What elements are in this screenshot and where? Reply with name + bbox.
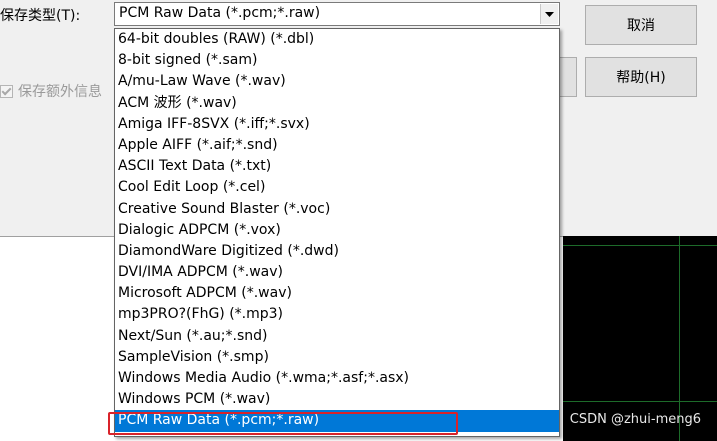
waveform-display [563,236,717,441]
dropdown-arrow-button[interactable] [540,4,558,24]
dropdown-option[interactable]: A/mu-Law Wave (*.wav) [115,71,559,92]
dropdown-option[interactable]: ACM 波形 (*.wav) [115,93,559,114]
dropdown-option[interactable]: 64-bit doubles (RAW) (*.dbl) [115,29,559,50]
dropdown-option[interactable]: ASCII Text Data (*.txt) [115,156,559,177]
dropdown-option[interactable]: Cool Edit Loop (*.cel) [115,177,559,198]
file-type-combobox-value: PCM Raw Data (*.pcm;*.raw) [119,5,321,21]
file-type-label: 保存类型(T): [0,8,81,24]
dropdown-option[interactable]: SampleVision (*.smp) [115,347,559,368]
dropdown-option[interactable]: Apple AIFF (*.aif;*.snd) [115,135,559,156]
save-extra-info-label: 保存额外信息 [18,84,102,100]
dropdown-option[interactable]: 8-bit signed (*.sam) [115,50,559,71]
grid-line [563,401,717,402]
dropdown-option[interactable]: DVI/IMA ADPCM (*.wav) [115,262,559,283]
dropdown-option[interactable]: Dialogic ADPCM (*.vox) [115,220,559,241]
watermark: CSDN @zhui-meng6 [569,412,701,427]
help-button[interactable]: 帮助(H) [585,57,697,97]
dropdown-option[interactable]: Next/Sun (*.au;*.snd) [115,326,559,347]
annotation-highlight-box [108,412,458,435]
dropdown-option[interactable]: Amiga IFF-8SVX (*.iff;*.svx) [115,114,559,135]
chevron-down-icon [545,11,554,17]
checkbox-icon [0,84,13,98]
dropdown-option[interactable]: Windows Media Audio (*.wma;*.asf;*.asx) [115,368,559,389]
cancel-button[interactable]: 取消 [585,5,697,45]
grid-line [563,245,717,246]
save-extra-info-checkbox[interactable]: 保存额外信息 [0,81,102,101]
file-type-dropdown-list[interactable]: 64-bit doubles (RAW) (*.dbl) 8-bit signed… [114,28,560,437]
dropdown-option[interactable]: Windows PCM (*.wav) [115,389,559,410]
dropdown-option[interactable]: Creative Sound Blaster (*.voc) [115,199,559,220]
grid-line [679,236,680,441]
dropdown-option[interactable]: mp3PRO?(FhG) (*.mp3) [115,304,559,325]
dropdown-option[interactable]: DiamondWare Digitized (*.dwd) [115,241,559,262]
file-type-combobox[interactable]: PCM Raw Data (*.pcm;*.raw) [114,2,560,26]
dropdown-option[interactable]: Microsoft ADPCM (*.wav) [115,283,559,304]
